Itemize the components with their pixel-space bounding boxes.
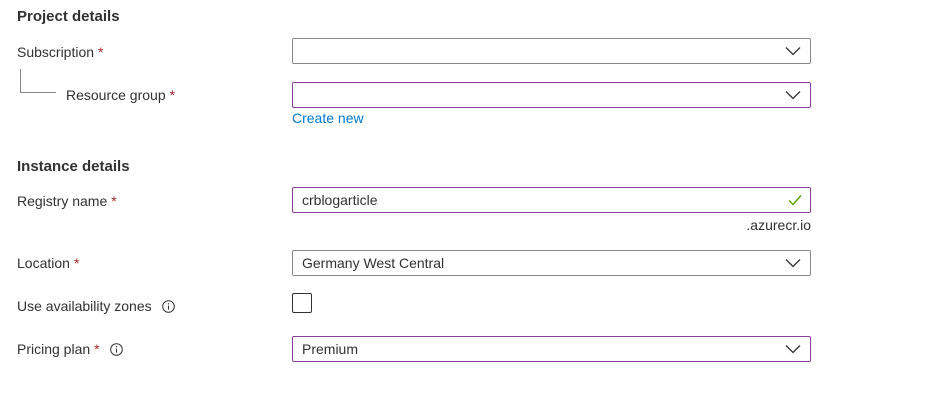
subscription-dropdown[interactable] bbox=[292, 38, 811, 64]
pricing-plan-dropdown[interactable]: Premium bbox=[292, 336, 811, 362]
required-indicator: * bbox=[73, 255, 80, 271]
pricing-plan-value: Premium bbox=[302, 341, 359, 357]
chevron-down-icon bbox=[785, 90, 801, 100]
instance-details-heading: Instance details bbox=[17, 158, 130, 175]
registry-name-value: crblogarticle bbox=[302, 192, 378, 208]
chevron-down-icon bbox=[785, 46, 801, 56]
pricing-plan-label: Pricing plan * bbox=[17, 339, 123, 359]
registry-name-label-text: Registry name bbox=[17, 193, 108, 209]
resource-group-label: Resource group * bbox=[66, 85, 175, 105]
availability-zones-label-text: Use availability zones bbox=[17, 298, 152, 314]
location-label: Location * bbox=[17, 253, 79, 273]
create-new-resource-group-link[interactable]: Create new bbox=[292, 110, 364, 126]
required-indicator: * bbox=[111, 193, 117, 209]
availability-zones-checkbox[interactable] bbox=[292, 293, 312, 313]
info-icon[interactable] bbox=[161, 299, 175, 313]
chevron-down-icon bbox=[785, 344, 801, 354]
location-dropdown[interactable]: Germany West Central bbox=[292, 250, 811, 276]
pricing-plan-label-text: Pricing plan bbox=[17, 341, 91, 357]
location-value: Germany West Central bbox=[302, 255, 445, 271]
resource-group-label-text: Resource group bbox=[66, 87, 166, 103]
tree-connector bbox=[20, 69, 56, 93]
project-details-heading: Project details bbox=[17, 8, 120, 25]
required-indicator: * bbox=[98, 44, 104, 60]
subscription-label-text: Subscription bbox=[17, 44, 95, 60]
required-indicator: * bbox=[94, 341, 100, 357]
availability-zones-label: Use availability zones bbox=[17, 296, 175, 316]
registry-domain-suffix: .azurecr.io bbox=[746, 217, 811, 233]
registry-name-label: Registry name * bbox=[17, 191, 117, 211]
registry-name-input[interactable]: crblogarticle bbox=[292, 187, 811, 213]
checkmark-icon bbox=[788, 194, 802, 206]
location-label-text: Location bbox=[17, 255, 70, 271]
chevron-down-icon bbox=[785, 258, 801, 268]
subscription-label: Subscription * bbox=[17, 42, 104, 62]
resource-group-dropdown[interactable] bbox=[292, 82, 811, 108]
required-indicator: * bbox=[169, 87, 176, 103]
info-icon[interactable] bbox=[109, 342, 123, 356]
